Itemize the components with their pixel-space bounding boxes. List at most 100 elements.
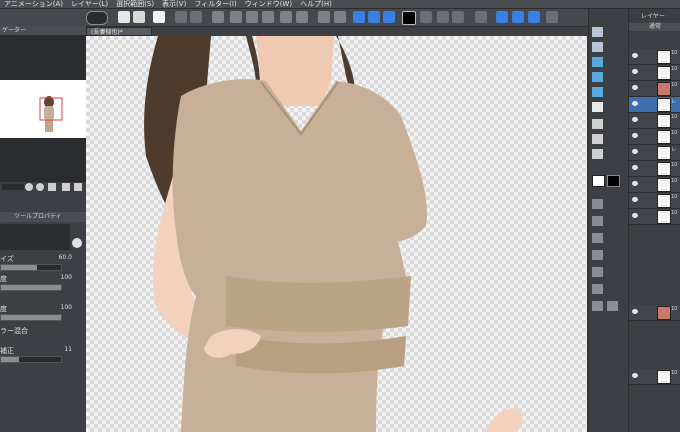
brush-size-slider[interactable]	[0, 264, 62, 271]
redo-icon[interactable]	[190, 11, 202, 23]
layer-row[interactable]: レ	[629, 145, 680, 161]
draw-mode-icon[interactable]	[383, 11, 395, 23]
layer-row[interactable]: 10	[629, 113, 680, 129]
lasso-icon[interactable]	[296, 11, 308, 23]
main-color-swatch[interactable]	[402, 11, 416, 25]
density-slider[interactable]	[0, 314, 62, 321]
stabilization-slider[interactable]	[0, 356, 62, 363]
menu-layer[interactable]: レイヤー(L)	[71, 0, 108, 8]
layer-visible-icon[interactable]	[632, 149, 638, 154]
menu-filter[interactable]: フィルター(I)	[194, 0, 236, 8]
hand-tool-icon[interactable]	[607, 301, 618, 311]
blend-tool-icon[interactable]	[592, 119, 603, 129]
drawing-canvas[interactable]	[86, 36, 587, 432]
layer-row[interactable]: 10	[629, 161, 680, 177]
layer-visible-icon[interactable]	[632, 101, 638, 106]
layer-row-selected[interactable]: レ	[629, 97, 680, 113]
text-tool-icon[interactable]	[592, 233, 603, 243]
eraser-tool-icon[interactable]	[592, 102, 603, 112]
layer-tab[interactable]: レイヤー	[641, 11, 665, 20]
menu-view[interactable]: 表示(V)	[162, 0, 186, 8]
open-folder-icon[interactable]	[133, 11, 145, 23]
layer-visible-icon[interactable]	[632, 309, 638, 314]
layer-visible-icon[interactable]	[632, 213, 638, 218]
grid-icon[interactable]	[334, 11, 346, 23]
view-mode-icon-2[interactable]	[512, 11, 524, 23]
layer-row[interactable]: 10	[629, 49, 680, 65]
brush-dot-icon[interactable]	[72, 238, 82, 248]
fit-icon[interactable]	[48, 183, 56, 191]
flip-icon[interactable]	[262, 11, 274, 23]
opacity-slider[interactable]	[0, 284, 62, 291]
move-tool-icon[interactable]	[592, 216, 603, 226]
layer-row[interactable]: 10	[629, 193, 680, 209]
scale-icon[interactable]	[246, 11, 258, 23]
layer-visible-icon[interactable]	[632, 53, 638, 58]
menu-window[interactable]: ウィンドウ(W)	[245, 0, 292, 8]
flip-view-icon[interactable]	[62, 183, 70, 191]
navigator-preview[interactable]	[0, 80, 86, 138]
layer-visible-icon[interactable]	[632, 181, 638, 186]
layer-row[interactable]: 10	[629, 177, 680, 193]
view-mode-icon-3[interactable]	[528, 11, 540, 23]
layer-row[interactable]: 10	[629, 305, 680, 321]
brush-icon[interactable]	[452, 11, 464, 23]
layer-visible-icon[interactable]	[632, 197, 638, 202]
menu-help[interactable]: ヘルプ(H)	[300, 0, 332, 8]
prop-brush-size[interactable]: イズ 60.0	[0, 254, 86, 274]
prop-density[interactable]: 度 100	[0, 304, 86, 324]
snap-icon[interactable]	[368, 11, 380, 23]
rotate-view-icon[interactable]	[74, 183, 82, 191]
new-file-icon[interactable]	[118, 11, 130, 23]
layer-row[interactable]: 10	[629, 209, 680, 225]
undo-icon[interactable]	[175, 11, 187, 23]
layer-visible-icon[interactable]	[632, 373, 638, 378]
eyedropper-tool-icon[interactable]	[592, 199, 603, 209]
prop-color-mix[interactable]: ラー混合	[0, 326, 86, 346]
main-color-icon[interactable]	[592, 175, 605, 187]
menu-animation[interactable]: アニメーション(A)	[4, 0, 63, 8]
layer-visible-icon[interactable]	[632, 117, 638, 122]
gradient-tool-icon[interactable]	[592, 149, 603, 159]
zoom-in-icon[interactable]	[25, 183, 33, 191]
pencil-tool-icon[interactable]	[592, 42, 603, 52]
menu-selection[interactable]: 選択範囲(S)	[116, 0, 154, 8]
layer-row[interactable]: 10	[629, 369, 680, 385]
layer-visible-icon[interactable]	[632, 69, 638, 74]
pen-icon[interactable]	[437, 11, 449, 23]
prop-opacity[interactable]: 度 100	[0, 274, 86, 294]
layer-row[interactable]: 10	[629, 81, 680, 97]
save-icon[interactable]	[153, 11, 165, 23]
sub-color-icon[interactable]	[420, 11, 432, 23]
layer-visible-icon[interactable]	[632, 85, 638, 90]
airbrush-tool-icon[interactable]	[592, 72, 603, 82]
app-logo-icon[interactable]	[86, 11, 108, 25]
prop-stabilization[interactable]: 補正 11	[0, 346, 86, 366]
zoom-out-icon[interactable]	[36, 183, 44, 191]
ruler-icon[interactable]	[318, 11, 330, 23]
layer-visible-icon[interactable]	[632, 133, 638, 138]
fill-tool-icon[interactable]	[592, 134, 603, 144]
blend-mode-select[interactable]: 通常	[629, 23, 680, 31]
sub-color-icon[interactable]	[607, 175, 620, 187]
pen-tool-icon[interactable]	[592, 27, 603, 37]
lasso-tool-icon[interactable]	[592, 267, 603, 277]
brush-tool-icon[interactable]	[592, 57, 603, 67]
decoration-tool-icon[interactable]	[592, 87, 603, 97]
ruler-tool-icon[interactable]	[592, 284, 603, 294]
document-tab[interactable]: (吾妻郁也)*	[86, 27, 152, 36]
select-icon[interactable]	[280, 11, 292, 23]
view-mode-icon-1[interactable]	[496, 11, 508, 23]
zoom-tool-icon[interactable]	[592, 301, 603, 311]
transform-icon[interactable]	[212, 11, 224, 23]
layer-visible-icon[interactable]	[632, 165, 638, 170]
layer-row[interactable]: 10	[629, 129, 680, 145]
rotate-icon[interactable]	[230, 11, 242, 23]
reference-icon[interactable]	[353, 11, 365, 23]
layer-row[interactable]: 10	[629, 65, 680, 81]
eraser-icon[interactable]	[475, 11, 487, 23]
settings-icon[interactable]	[546, 11, 558, 23]
select-tool-icon[interactable]	[592, 250, 603, 260]
layer-panel: レイヤー 通常 10 10 10 レ 10 10 レ 10 10 10 10 1…	[628, 9, 680, 432]
zoom-slider[interactable]	[2, 184, 24, 190]
